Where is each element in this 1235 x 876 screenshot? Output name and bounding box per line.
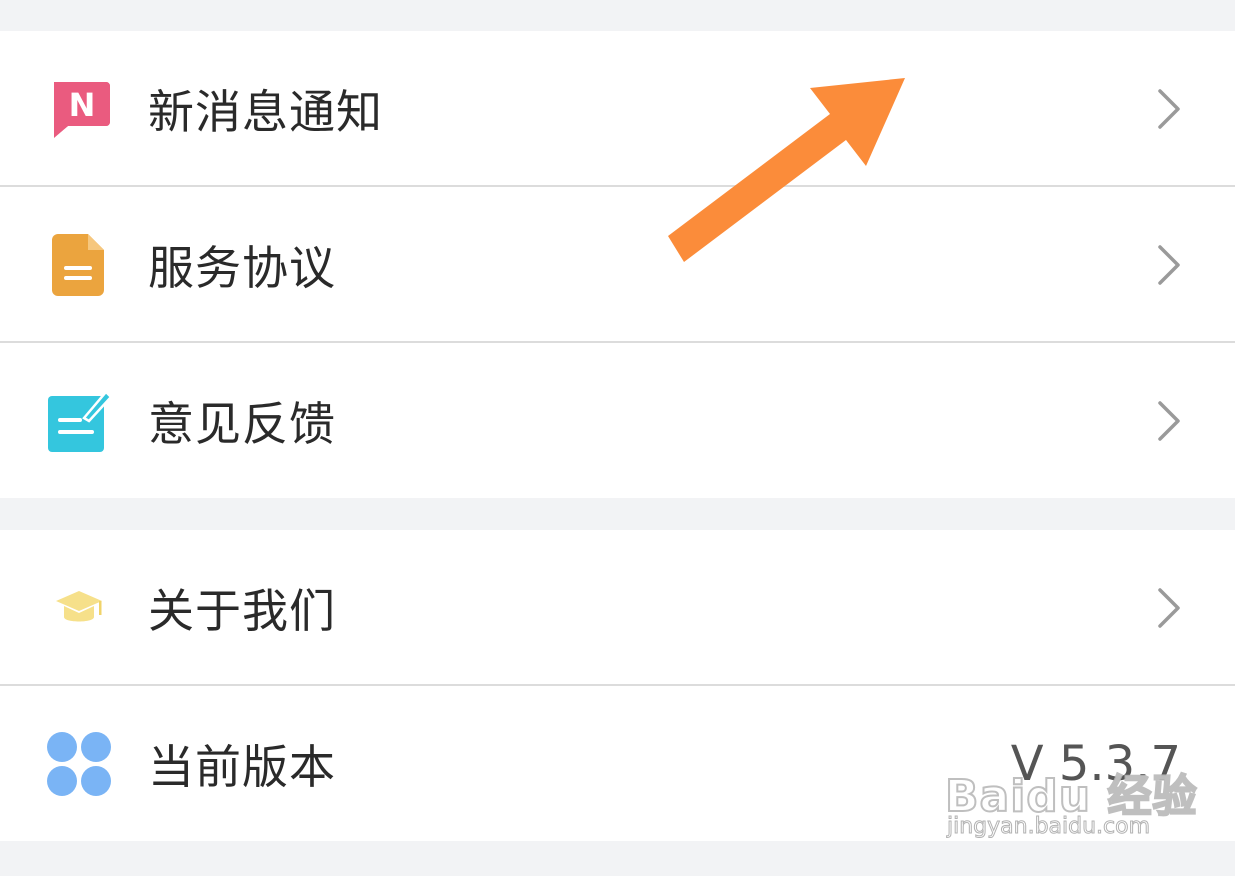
four-dots-icon (46, 731, 112, 797)
settings-item-current-version: 当前版本 V 5.3.7 (0, 686, 1235, 841)
chevron-right-icon (1155, 586, 1183, 630)
svg-text:N: N (69, 86, 96, 124)
chevron-right-icon (1155, 243, 1183, 287)
settings-group-1: N 新消息通知 服务协议 意见反馈 (0, 31, 1235, 498)
settings-item-label: 服务协议 (148, 240, 336, 295)
graduation-cap-icon (46, 575, 112, 641)
version-value: V 5.3.7 (1010, 735, 1181, 792)
settings-item-label: 关于我们 (148, 583, 336, 638)
settings-item-label: 意见反馈 (148, 396, 336, 451)
settings-item-label: 新消息通知 (148, 84, 383, 139)
settings-item-notifications[interactable]: N 新消息通知 (0, 31, 1235, 186)
chevron-right-icon (1155, 399, 1183, 443)
document-icon (46, 232, 112, 298)
settings-item-label: 当前版本 (148, 739, 336, 794)
chevron-right-icon (1155, 87, 1183, 131)
settings-item-feedback[interactable]: 意见反馈 (0, 343, 1235, 498)
settings-item-service-agreement[interactable]: 服务协议 (0, 187, 1235, 342)
settings-group-2: 关于我们 当前版本 V 5.3.7 (0, 530, 1235, 841)
edit-note-icon (46, 388, 112, 454)
settings-item-about-us[interactable]: 关于我们 (0, 530, 1235, 685)
message-n-icon: N (46, 76, 112, 142)
